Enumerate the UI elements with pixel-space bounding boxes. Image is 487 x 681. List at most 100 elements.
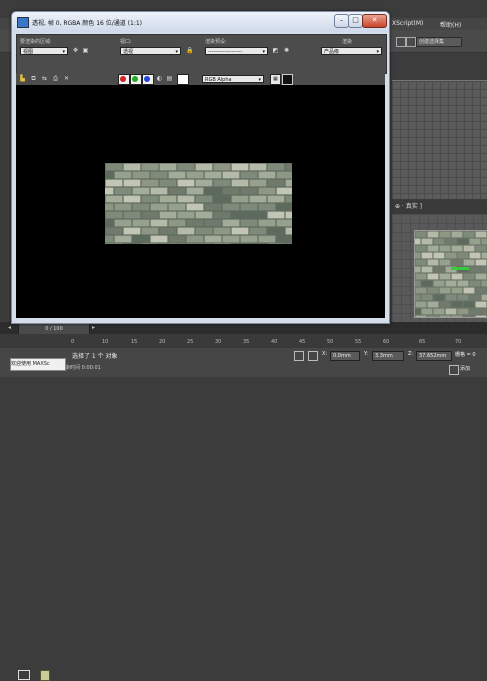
viewport-top-right[interactable] (392, 80, 487, 199)
brick (151, 236, 168, 243)
brick (106, 180, 123, 187)
menu-item-help[interactable]: 帮助(H) (440, 20, 461, 29)
tick-label: 55 (355, 339, 361, 345)
brick (232, 212, 249, 219)
save-image-icon[interactable]: ▙ (19, 75, 26, 82)
brick (250, 212, 267, 219)
toggle-ui-icon[interactable] (282, 74, 293, 85)
edit-named-selection-icon[interactable] (406, 37, 416, 47)
monochrome-icon[interactable]: ▤ (166, 75, 173, 82)
absolute-mode-icon[interactable] (308, 351, 318, 361)
close-button[interactable]: ✕ (362, 14, 387, 28)
maximize-button[interactable]: □ (348, 14, 363, 28)
viewport-perspective[interactable] (392, 214, 487, 322)
maxscript-listener-mini[interactable]: 欢迎使用 MAXSc (10, 358, 66, 371)
rendered-image-area[interactable] (16, 85, 385, 318)
tick-label: 70 (455, 339, 461, 345)
z-coordinate-field[interactable]: 37.652mm (416, 351, 452, 361)
alpha-channel-icon[interactable]: ◐ (156, 75, 163, 82)
display-channel-select[interactable]: RGB Alpha▾ (202, 75, 264, 83)
tick-label: 25 (187, 339, 193, 345)
brick (458, 239, 469, 245)
brick (232, 164, 249, 171)
viewport-label[interactable]: ⊕ · 真实 ] (392, 200, 487, 214)
brick (416, 302, 427, 308)
brick (422, 295, 433, 301)
swatch-color-box[interactable] (177, 74, 189, 85)
brick (259, 236, 276, 243)
brick (428, 232, 439, 238)
auto-region-icon[interactable]: ▣ (82, 47, 89, 54)
brick (196, 196, 213, 203)
time-prev-icon[interactable]: ◂ (8, 324, 11, 331)
brick (214, 164, 231, 171)
brick (115, 236, 132, 243)
toggle-ui-overlay-icon[interactable]: ▦ (270, 74, 281, 85)
brick (124, 164, 141, 171)
snap-icon[interactable] (396, 37, 406, 47)
render-mode-select[interactable]: 产品级▾ (321, 47, 382, 55)
render-controls-panel: 要渲染的区域: 视图▾ ✥ ▣ 视口: 透视▾ 🔒 渲染预设: --------… (16, 34, 387, 74)
brick (452, 274, 463, 280)
clone-window-icon[interactable]: ⇆ (41, 75, 48, 82)
environment-icon[interactable]: ✺ (283, 47, 290, 54)
time-next-icon[interactable]: ▸ (92, 324, 95, 331)
brick (476, 246, 487, 252)
brick (476, 232, 487, 238)
viewport-select[interactable]: 透视▾ (120, 47, 181, 55)
brick (446, 295, 457, 301)
render-setup-icon[interactable]: ◩ (272, 47, 279, 54)
named-selection-field[interactable]: 创建选择集 (416, 37, 462, 47)
brick (470, 267, 481, 273)
key-mode-icon[interactable] (40, 670, 50, 681)
selection-lock-icon[interactable] (294, 351, 304, 361)
brick (160, 196, 177, 203)
brick (106, 228, 123, 235)
area-to-render-select[interactable]: 视图▾ (20, 47, 68, 55)
copy-image-icon[interactable]: ⧉ (30, 75, 37, 82)
brick (422, 239, 433, 245)
brick (452, 246, 463, 252)
y-coordinate-field[interactable]: 3.3mm (372, 351, 404, 361)
brick (106, 196, 123, 203)
render-preset-label: 渲染预设: (205, 38, 227, 45)
time-tag-icon[interactable] (449, 365, 459, 375)
brick (178, 228, 195, 235)
window-title-bar[interactable]: 透视, 帧 0, RGBA 颜色 16 位/通道 (1:1) – □ ✕ (12, 12, 389, 32)
brick (105, 172, 113, 179)
brick (232, 228, 249, 235)
brick (105, 220, 113, 227)
brick (142, 180, 159, 187)
brick (422, 281, 433, 287)
brick (232, 196, 249, 203)
edit-region-icon[interactable]: ✥ (72, 47, 79, 54)
x-coordinate-field[interactable]: 0.0mm (330, 351, 360, 361)
brick (428, 260, 439, 266)
add-time-tag[interactable]: 添加 (460, 365, 470, 372)
brick (205, 188, 222, 195)
brick (142, 212, 159, 219)
track-filter-icon[interactable] (18, 670, 30, 680)
brick (187, 220, 204, 227)
brick (482, 239, 487, 245)
print-icon[interactable]: ⎙ (52, 75, 59, 82)
brick (205, 204, 222, 211)
tick-label: 50 (327, 339, 333, 345)
track-ruler[interactable]: 0 10 15 20 25 30 35 40 45 50 55 60 65 70 (0, 334, 487, 348)
brick (205, 236, 222, 243)
brick (133, 204, 150, 211)
brick (458, 281, 469, 287)
render-preset-select[interactable]: -------------------▾ (205, 47, 268, 55)
brick (464, 260, 475, 266)
menu-item-maxscript[interactable]: XScript(M) (392, 20, 423, 27)
brick (259, 220, 276, 227)
brick (268, 228, 285, 235)
brick-object-in-viewport[interactable] (414, 230, 487, 318)
viewport-label-text: ⊕ · 真实 ] (395, 203, 422, 210)
brick (476, 302, 487, 308)
brick (205, 172, 222, 179)
minimize-button[interactable]: – (334, 14, 349, 28)
brick (223, 220, 240, 227)
lock-viewport-icon[interactable]: 🔒 (186, 47, 193, 54)
clear-icon[interactable]: ✕ (63, 75, 70, 82)
